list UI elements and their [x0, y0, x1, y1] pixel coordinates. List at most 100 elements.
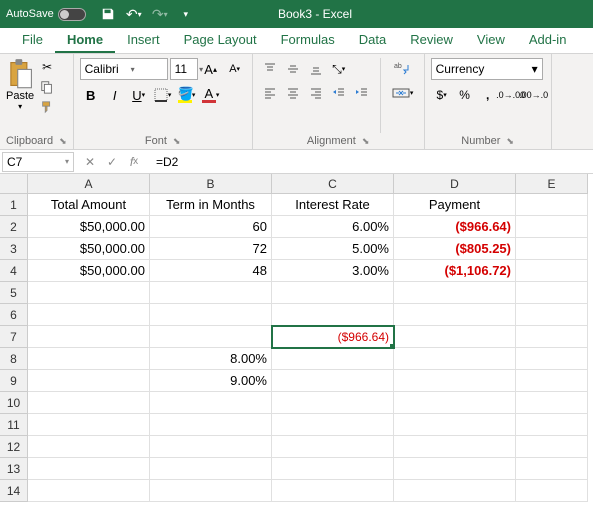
align-center-icon[interactable]	[282, 82, 304, 104]
formula-input[interactable]: =D2	[150, 155, 593, 169]
align-top-icon[interactable]	[259, 58, 281, 80]
number-format-select[interactable]: Currency▾	[431, 58, 543, 80]
cell-A12[interactable]	[28, 436, 150, 458]
paste-label[interactable]: Paste	[6, 90, 34, 102]
redo-icon[interactable]: ↷▾	[148, 2, 172, 26]
cell-C11[interactable]	[272, 414, 394, 436]
row-header-12[interactable]: 12	[0, 436, 28, 458]
col-header-B[interactable]: B	[150, 174, 272, 194]
cell-C3[interactable]: 5.00%	[272, 238, 394, 260]
cell-D2[interactable]: ($966.64)	[394, 216, 516, 238]
cancel-formula-icon[interactable]: ✕	[80, 152, 100, 172]
cell-A8[interactable]	[28, 348, 150, 370]
cell-A2[interactable]: $50,000.00	[28, 216, 150, 238]
cell-B12[interactable]	[150, 436, 272, 458]
decrease-decimal-icon[interactable]: .00→.0	[523, 84, 545, 106]
cell-B8[interactable]: 8.00%	[150, 348, 272, 370]
cell-C14[interactable]	[272, 480, 394, 502]
cell-C2[interactable]: 6.00%	[272, 216, 394, 238]
paste-icon[interactable]	[6, 58, 34, 90]
font-color-button[interactable]: A▾	[200, 84, 222, 106]
row-header-9[interactable]: 9	[0, 370, 28, 392]
cell-D11[interactable]	[394, 414, 516, 436]
orientation-icon[interactable]: ⤡▾	[328, 58, 350, 80]
cell-A13[interactable]	[28, 458, 150, 480]
cell-B1[interactable]: Term in Months	[150, 194, 272, 216]
cell-D13[interactable]	[394, 458, 516, 480]
cell-A7[interactable]	[28, 326, 150, 348]
font-size-select[interactable]: 11▾	[170, 58, 198, 80]
tab-review[interactable]: Review	[398, 28, 465, 53]
cell-C12[interactable]	[272, 436, 394, 458]
number-launcher-icon[interactable]: ⬊	[506, 136, 514, 147]
cell-B11[interactable]	[150, 414, 272, 436]
paste-dropdown-icon[interactable]: ▾	[18, 102, 22, 111]
cell-C8[interactable]	[272, 348, 394, 370]
cell-A9[interactable]	[28, 370, 150, 392]
cell-B5[interactable]	[150, 282, 272, 304]
cell-E14[interactable]	[516, 480, 588, 502]
cell-D12[interactable]	[394, 436, 516, 458]
autosave-toggle[interactable]: AutoSave	[6, 8, 86, 21]
cell-E8[interactable]	[516, 348, 588, 370]
tab-insert[interactable]: Insert	[115, 28, 172, 53]
row-header-3[interactable]: 3	[0, 238, 28, 260]
align-right-icon[interactable]	[305, 82, 327, 104]
cell-D4[interactable]: ($1,106.72)	[394, 260, 516, 282]
cell-E4[interactable]	[516, 260, 588, 282]
cell-B9[interactable]: 9.00%	[150, 370, 272, 392]
row-header-13[interactable]: 13	[0, 458, 28, 480]
qat-customize-icon[interactable]: ▾	[174, 2, 198, 26]
fx-icon[interactable]: fx	[124, 152, 144, 172]
merge-center-icon[interactable]: ▾	[388, 82, 418, 104]
cell-B4[interactable]: 48	[150, 260, 272, 282]
col-header-D[interactable]: D	[394, 174, 516, 194]
cell-E3[interactable]	[516, 238, 588, 260]
format-painter-icon[interactable]	[37, 98, 57, 116]
align-left-icon[interactable]	[259, 82, 281, 104]
cell-C5[interactable]	[272, 282, 394, 304]
cell-B10[interactable]	[150, 392, 272, 414]
cell-A10[interactable]	[28, 392, 150, 414]
cell-D10[interactable]	[394, 392, 516, 414]
clipboard-launcher-icon[interactable]: ⬊	[59, 136, 67, 147]
cell-D5[interactable]	[394, 282, 516, 304]
row-header-14[interactable]: 14	[0, 480, 28, 502]
cell-C9[interactable]	[272, 370, 394, 392]
row-header-6[interactable]: 6	[0, 304, 28, 326]
underline-button[interactable]: U▾	[128, 84, 150, 106]
cell-B14[interactable]	[150, 480, 272, 502]
borders-button[interactable]: ▾	[152, 84, 174, 106]
toggle-off-icon[interactable]	[58, 8, 86, 21]
tab-file[interactable]: File	[10, 28, 55, 53]
col-header-C[interactable]: C	[272, 174, 394, 194]
cell-E5[interactable]	[516, 282, 588, 304]
cell-D14[interactable]	[394, 480, 516, 502]
align-middle-icon[interactable]	[282, 58, 304, 80]
cell-D6[interactable]	[394, 304, 516, 326]
cell-A3[interactable]: $50,000.00	[28, 238, 150, 260]
row-header-2[interactable]: 2	[0, 216, 28, 238]
cell-B2[interactable]: 60	[150, 216, 272, 238]
cell-B13[interactable]	[150, 458, 272, 480]
cell-E12[interactable]	[516, 436, 588, 458]
name-box[interactable]: C7▾	[2, 152, 74, 172]
cell-E7[interactable]	[516, 326, 588, 348]
row-header-1[interactable]: 1	[0, 194, 28, 216]
select-all-corner[interactable]	[0, 174, 28, 194]
percent-format-icon[interactable]: %	[454, 84, 476, 106]
fill-color-button[interactable]: 🪣▾	[176, 84, 198, 106]
cell-D8[interactable]	[394, 348, 516, 370]
cell-E10[interactable]	[516, 392, 588, 414]
accounting-format-icon[interactable]: $▾	[431, 84, 453, 106]
cell-A6[interactable]	[28, 304, 150, 326]
cell-A14[interactable]	[28, 480, 150, 502]
cell-E2[interactable]	[516, 216, 588, 238]
cell-E1[interactable]	[516, 194, 588, 216]
row-header-4[interactable]: 4	[0, 260, 28, 282]
italic-button[interactable]: I	[104, 84, 126, 106]
decrease-font-icon[interactable]: A▾	[224, 58, 246, 80]
cell-E9[interactable]	[516, 370, 588, 392]
cell-C13[interactable]	[272, 458, 394, 480]
cell-A11[interactable]	[28, 414, 150, 436]
